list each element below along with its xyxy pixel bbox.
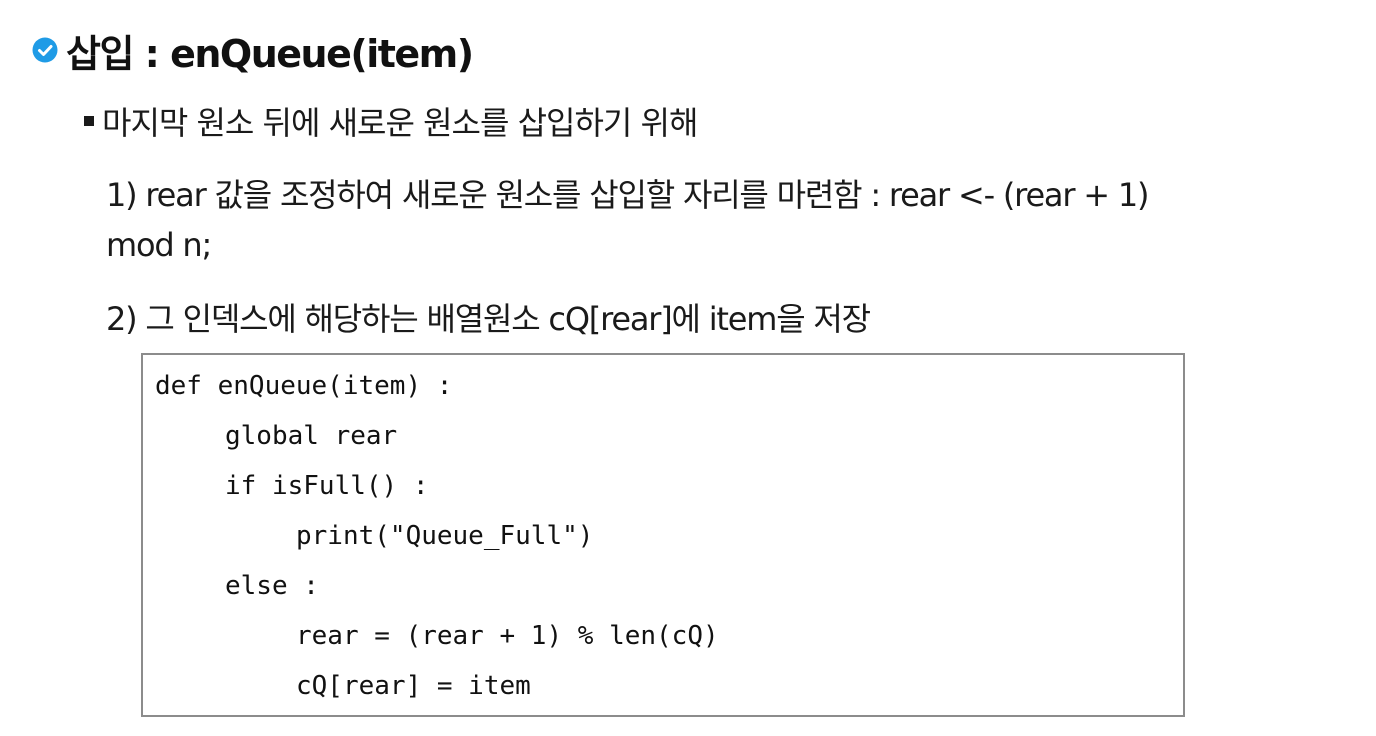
check-circle-icon <box>32 37 58 63</box>
slide-title: 삽입 : enQueue(item) <box>32 22 474 78</box>
code-line: else : <box>225 571 319 601</box>
square-bullet-icon <box>84 116 94 126</box>
code-line: if isFull() : <box>225 471 429 501</box>
bullet-item: 마지막 원소 뒤에 새로운 원소를 삽입하기 위해 <box>84 98 698 144</box>
step-1-line-1: 1) rear 값을 조정하여 새로운 원소를 삽입할 자리를 마련함 : re… <box>106 176 1149 214</box>
code-line: def enQueue(item) : <box>155 371 453 401</box>
bullet-text: 마지막 원소 뒤에 새로운 원소를 삽입하기 위해 <box>102 104 698 142</box>
page-title: 삽입 : enQueue(item) <box>66 31 474 76</box>
code-line: print("Queue_Full") <box>296 521 594 551</box>
code-line: global rear <box>225 421 398 451</box>
code-block: def enQueue(item) : global rear if isFul… <box>141 353 1185 717</box>
step-1-line-2: mod n; <box>106 226 212 264</box>
code-line: rear = (rear + 1) % len(cQ) <box>296 621 719 651</box>
code-line: cQ[rear] = item <box>296 671 531 701</box>
step-2: 2) 그 인덱스에 해당하는 배열원소 cQ[rear]에 item을 저장 <box>106 300 871 338</box>
